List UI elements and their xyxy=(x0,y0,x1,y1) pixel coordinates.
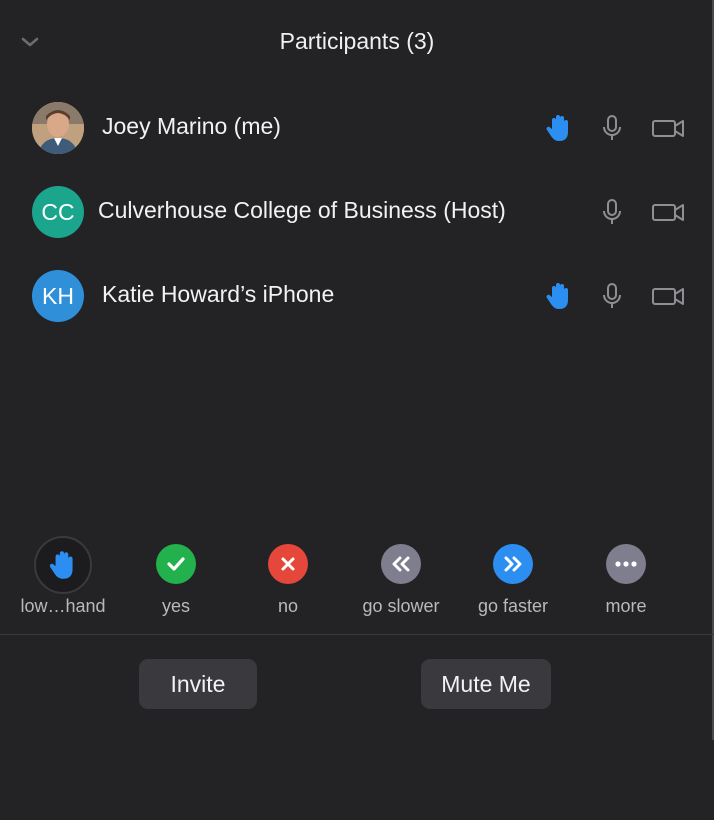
reaction-label: go slower xyxy=(362,596,440,616)
mute-me-button[interactable]: Mute Me xyxy=(421,659,551,709)
raised-hand-icon xyxy=(546,115,568,141)
raised-hand-icon xyxy=(546,283,568,309)
microphone-icon[interactable] xyxy=(596,112,628,144)
invite-button[interactable]: Invite xyxy=(139,659,257,709)
participant-row[interactable]: KH Katie Howard’s iPhone xyxy=(0,254,714,338)
avatar xyxy=(32,102,84,154)
participant-row[interactable]: Joey Marino (me) xyxy=(0,86,714,170)
more-button[interactable]: more xyxy=(570,536,682,617)
participant-name-text: Culverhouse College of Business xyxy=(98,197,437,223)
reaction-label: no xyxy=(277,596,299,616)
participant-name: Culverhouse College of Business (Host) xyxy=(98,197,506,224)
panel-title: Participants (3) xyxy=(279,28,435,54)
reaction-label: low…hand xyxy=(20,596,106,616)
participant-row[interactable]: CC Culverhouse College of Business (Host… xyxy=(0,170,714,254)
no-button[interactable]: no xyxy=(232,536,344,617)
go-faster-button[interactable]: go faster xyxy=(457,536,569,617)
microphone-icon[interactable] xyxy=(596,280,628,312)
participant-list: Joey Marino (me) CC Culverhouse College … xyxy=(0,86,714,338)
x-icon xyxy=(268,544,308,584)
header: Participants (3) xyxy=(0,0,714,88)
video-camera-icon[interactable] xyxy=(651,196,685,228)
avatar: CC xyxy=(32,186,84,238)
reaction-label: more xyxy=(605,596,647,616)
profile-photo-icon xyxy=(32,102,84,154)
yes-button[interactable]: yes xyxy=(120,536,232,617)
rewind-icon xyxy=(381,544,421,584)
video-camera-icon[interactable] xyxy=(651,280,685,312)
go-slower-button[interactable]: go slower xyxy=(345,536,457,617)
more-icon xyxy=(606,544,646,584)
participant-name: Katie Howard’s iPhone xyxy=(102,281,335,307)
hand-icon xyxy=(34,536,92,594)
participant-name: Joey Marino (me) xyxy=(102,113,281,139)
reaction-bar: low…hand yes no go slower go faster more xyxy=(0,536,714,635)
check-icon xyxy=(156,544,196,584)
reaction-label: yes xyxy=(161,596,190,616)
video-camera-icon[interactable] xyxy=(651,112,685,144)
microphone-icon[interactable] xyxy=(596,196,628,228)
lower-hand-button[interactable]: low…hand xyxy=(7,536,119,617)
host-label: (Host) xyxy=(443,197,506,223)
fast-forward-icon xyxy=(493,544,533,584)
avatar: KH xyxy=(32,270,84,322)
avatar-initials: CC xyxy=(41,198,75,225)
reaction-label: go faster xyxy=(477,596,549,616)
avatar-initials: KH xyxy=(42,282,74,309)
